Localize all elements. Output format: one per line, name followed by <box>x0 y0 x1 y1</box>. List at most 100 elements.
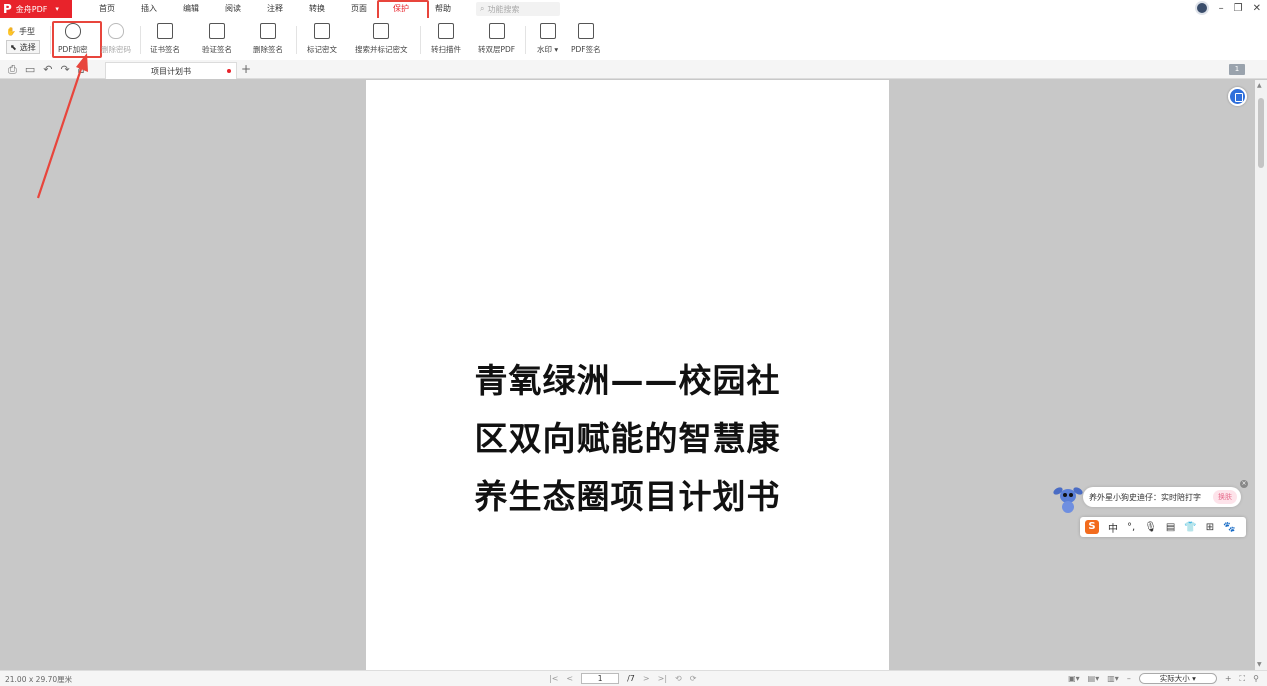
dual-page-view-icon[interactable]: ▥▾ <box>1107 674 1119 683</box>
scan-icon <box>438 23 454 39</box>
restore-icon[interactable]: ❐ <box>1234 3 1243 14</box>
pdf-sign-button[interactable]: PDF签名 <box>571 23 601 55</box>
zoom-in-icon[interactable]: + <box>1225 674 1232 683</box>
divider <box>420 26 421 54</box>
current-page-input[interactable]: 1 <box>581 673 620 684</box>
dual-layer-label: 转双层PDF <box>478 45 516 54</box>
prev-page-icon[interactable]: < <box>566 674 573 683</box>
sogou-logo-icon[interactable]: S <box>1085 520 1099 534</box>
menu-home[interactable]: 首页 <box>86 0 128 18</box>
avatar[interactable] <box>1194 1 1209 15</box>
scroll-thumb[interactable] <box>1258 98 1264 168</box>
menu-convert[interactable]: 转换 <box>296 0 338 18</box>
menu-read[interactable]: 阅读 <box>212 0 254 18</box>
single-page-view-icon[interactable]: ▣▾ <box>1068 674 1080 683</box>
punctuation-icon[interactable]: °, <box>1127 522 1135 533</box>
menu-annotate[interactable]: 注释 <box>254 0 296 18</box>
menu-protect[interactable]: 保护 <box>377 0 429 21</box>
fullscreen-icon[interactable]: ⛶ <box>1240 674 1246 684</box>
ime-toolbar: S 中 °, 🎙 ▤ 👕 ⊞ 🐾 <box>1080 517 1246 537</box>
mode-switch: ✋ 手型 ⬉ 选择 <box>6 23 40 54</box>
search-redact-icon <box>373 23 390 39</box>
toolbox-icon[interactable]: ⊞ <box>1206 522 1214 533</box>
document-title: 青氧绿洲——校园社 区双向赋能的智慧康 养生态圈项目计划书 <box>366 352 889 526</box>
menu-help[interactable]: 帮助 <box>422 0 464 18</box>
first-page-icon[interactable]: |< <box>549 674 558 683</box>
menu-bar: P 金舟PDF ▾ 首页 插入 编辑 阅读 注释 转换 页面 保护 帮助 ⌕ 功… <box>0 0 1267 21</box>
keyboard-icon[interactable]: ▤ <box>1166 522 1175 533</box>
watermark-label: 水印 ▾ <box>537 45 559 54</box>
app-logo: P <box>3 2 12 16</box>
hand-mode-button[interactable]: ✋ 手型 <box>6 23 40 39</box>
scroll-up-icon[interactable]: ▲ <box>1257 82 1262 89</box>
pet-icon[interactable]: 🐾 <box>1223 522 1235 533</box>
close-icon[interactable]: ✕ <box>1253 3 1261 14</box>
ime-lang-toggle[interactable]: 中 <box>1108 520 1118 535</box>
continuous-view-icon[interactable]: ▤▾ <box>1088 674 1100 683</box>
scan-convert-button[interactable]: 转扫描件 <box>431 23 461 55</box>
verify-signature-icon <box>209 23 225 39</box>
document-tab-title: 项目计划书 <box>151 66 191 76</box>
search-icon: ⌕ <box>480 4 485 13</box>
hand-icon: ✋ <box>6 26 16 36</box>
delete-sign-button[interactable]: 删除签名 <box>253 23 283 55</box>
skin-icon[interactable]: 👕 <box>1184 522 1196 533</box>
zoom-select[interactable]: 实际大小 ▾ <box>1138 673 1217 684</box>
minimize-icon[interactable]: – <box>1219 3 1224 14</box>
menu-edit[interactable]: 编辑 <box>170 0 212 18</box>
ime-message-bubble[interactable]: 养外星小狗史迪仔：实时陪打字 换肤 <box>1083 487 1241 507</box>
watermark-icon <box>539 23 556 39</box>
zoom-controls: ▣▾ ▤▾ ▥▾ – 实际大小 ▾ + ⛶ ⚲ <box>1068 673 1259 684</box>
ime-widget: 养外星小狗史迪仔：实时陪打字 换肤 × S 中 °, 🎙 ▤ 👕 ⊞ 🐾 <box>1053 480 1249 540</box>
redact-icon <box>314 23 330 39</box>
redo-icon[interactable]: ↷ <box>60 63 69 77</box>
microphone-icon[interactable]: 🎙 <box>1144 522 1157 533</box>
menu-insert[interactable]: 插入 <box>128 0 170 18</box>
vertical-scrollbar[interactable]: ▲ ▼ <box>1255 80 1267 670</box>
total-pages: /7 <box>627 674 635 683</box>
add-tab-button[interactable]: + <box>241 62 251 76</box>
menu-page[interactable]: 页面 <box>338 0 380 18</box>
zoom-out-icon[interactable]: – <box>1127 674 1131 683</box>
last-page-icon[interactable]: >| <box>658 674 667 683</box>
delete-signature-icon <box>260 23 276 39</box>
cert-sign-label: 证书签名 <box>150 45 180 54</box>
skin-swap-button[interactable]: 换肤 <box>1213 490 1237 504</box>
search-mark-redact-label: 搜索并标记密文 <box>355 45 408 54</box>
watermark-text: 水印 <box>537 45 552 54</box>
window-controls: – ❐ ✕ <box>1194 1 1261 15</box>
document-tab[interactable]: 项目计划书 <box>105 62 237 79</box>
floating-tool-button[interactable] <box>1228 87 1247 106</box>
page-navigator: |< < 1 /7 > >| ⟲ ⟳ <box>549 673 696 684</box>
status-bar: 21.00 x 29.70厘米 |< < 1 /7 > >| ⟲ ⟳ ▣▾ ▤▾… <box>0 670 1267 686</box>
verify-sign-button[interactable]: 验证签名 <box>202 23 232 55</box>
cursor-icon: ⬉ <box>10 42 17 52</box>
select-mode-button[interactable]: ⬉ 选择 <box>6 40 40 54</box>
print-icon[interactable]: ⎙ <box>8 63 17 77</box>
pen-sign-icon <box>577 23 594 39</box>
pdf-sign-label: PDF签名 <box>571 45 601 54</box>
search-mark-redact-button[interactable]: 搜索并标记密文 <box>355 23 408 55</box>
dual-layer-button[interactable]: 转双层PDF <box>478 23 515 55</box>
pin-icon[interactable]: ⚲ <box>1253 674 1259 683</box>
undo-icon[interactable]: ↶ <box>43 63 52 77</box>
save-icon[interactable]: ▭ <box>25 63 35 77</box>
page-count-badge: 1 <box>1229 64 1245 75</box>
ime-close-icon[interactable]: × <box>1240 480 1248 488</box>
scroll-down-icon[interactable]: ▼ <box>1257 661 1262 668</box>
next-page-icon[interactable]: > <box>643 674 650 683</box>
feature-search[interactable]: ⌕ 功能搜索 <box>476 2 560 16</box>
watermark-button[interactable]: 水印 ▾ <box>537 23 558 55</box>
divider <box>140 26 141 54</box>
title-line-1: 青氧绿洲——校园社 <box>474 361 781 400</box>
app-menu-button[interactable]: P 金舟PDF ▾ <box>0 0 72 18</box>
home-icon[interactable]: ⌂ <box>78 63 85 77</box>
rotate-left-icon[interactable]: ⟲ <box>675 674 682 683</box>
certificate-icon <box>157 23 173 39</box>
cert-sign-button[interactable]: 证书签名 <box>150 23 180 55</box>
verify-sign-label: 验证签名 <box>202 45 232 54</box>
scan-convert-label: 转扫描件 <box>431 45 461 54</box>
mark-redact-button[interactable]: 标记密文 <box>307 23 337 55</box>
remove-password-button[interactable]: 删除密码 <box>101 23 131 55</box>
rotate-right-icon[interactable]: ⟳ <box>690 674 697 683</box>
